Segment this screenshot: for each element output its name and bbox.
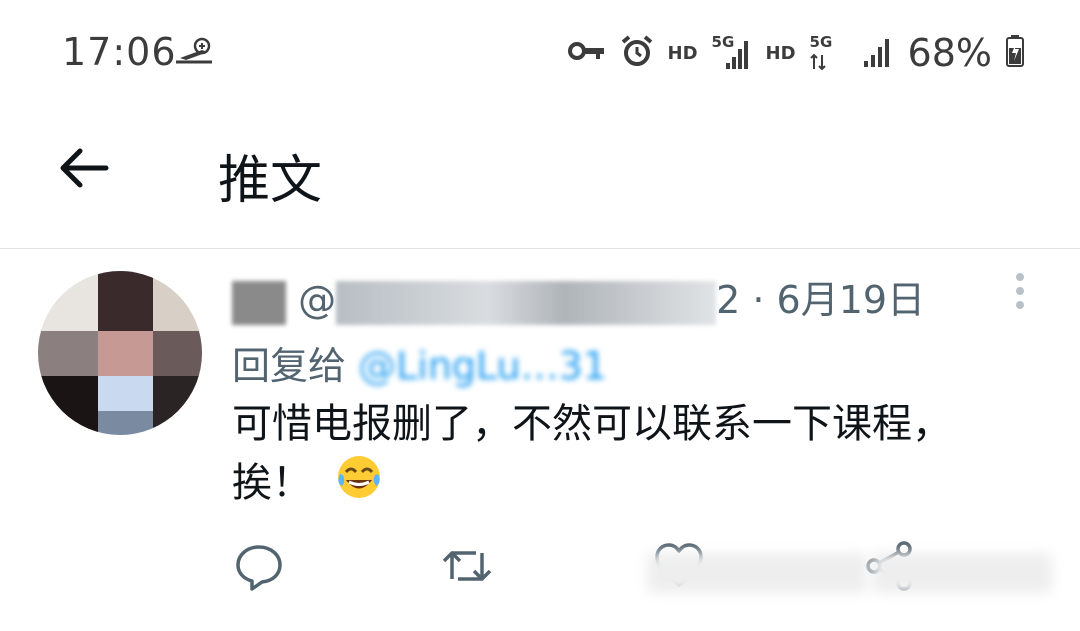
more-button[interactable] <box>1008 271 1032 311</box>
reply-to-handle[interactable]: @LingLu…31 <box>358 344 607 388</box>
tweet-author-line[interactable]: @2 · 6月19日 <box>232 269 925 325</box>
reply-icon <box>236 545 282 591</box>
battery-percent: 68% <box>907 31 992 75</box>
reply-button[interactable] <box>232 539 286 593</box>
key-icon <box>567 37 606 69</box>
status-time: 17:06 <box>62 30 177 74</box>
signal-bars-icon <box>863 33 892 73</box>
author-handle-suffix: 2 <box>716 278 741 322</box>
back-button[interactable] <box>56 140 112 196</box>
signal-5g-data-icon: 5G <box>810 33 850 73</box>
tweet-date: · 6月19日 <box>752 278 926 322</box>
network2-hd-label: HD <box>765 42 796 64</box>
network1-hd-label: HD <box>667 42 698 64</box>
redacted-handle <box>336 280 717 325</box>
tweet[interactable]: @2 · 6月19日 回复给 @LingLu…31 可惜电报删了，不然可以联系一… <box>0 249 1080 631</box>
tweet-text-line-2: 挨！ <box>232 453 1032 517</box>
tweet-text: 可惜电报删了，不然可以联系一下课程， 挨！ <box>232 395 1032 517</box>
retweet-button[interactable] <box>440 539 494 593</box>
retweet-icon <box>442 551 492 581</box>
tweet-text-line-2-text: 挨！ <box>232 460 312 506</box>
watermark-blur <box>647 553 867 593</box>
avatar[interactable] <box>38 271 202 435</box>
author-handle-prefix: @ <box>298 278 337 322</box>
reply-to-line: 回复给 @LingLu…31 <box>232 335 607 390</box>
airplane-mode-icon <box>172 36 216 74</box>
battery-charging-icon <box>1006 35 1024 71</box>
arrow-left-icon <box>60 148 109 188</box>
tears-of-joy-emoji <box>335 453 383 517</box>
reply-to-label: 回复给 <box>232 344 347 388</box>
alarm-icon <box>620 34 654 72</box>
watermark-blur <box>872 553 1052 593</box>
signal-5g-icon: 5G <box>712 33 752 73</box>
redacted-name <box>232 280 286 325</box>
page-header: 推文 <box>0 110 1080 249</box>
status-bar: 17:06 HD 5G HD 5G 68% <box>0 0 1080 110</box>
tweet-text-line-1: 可惜电报删了，不然可以联系一下课程， <box>232 401 952 447</box>
page-title: 推文 <box>218 151 323 211</box>
more-vertical-icon <box>1016 273 1024 309</box>
status-right-icons: HD 5G HD 5G 68% <box>554 30 1024 76</box>
tweet-action-bar <box>232 539 1052 603</box>
